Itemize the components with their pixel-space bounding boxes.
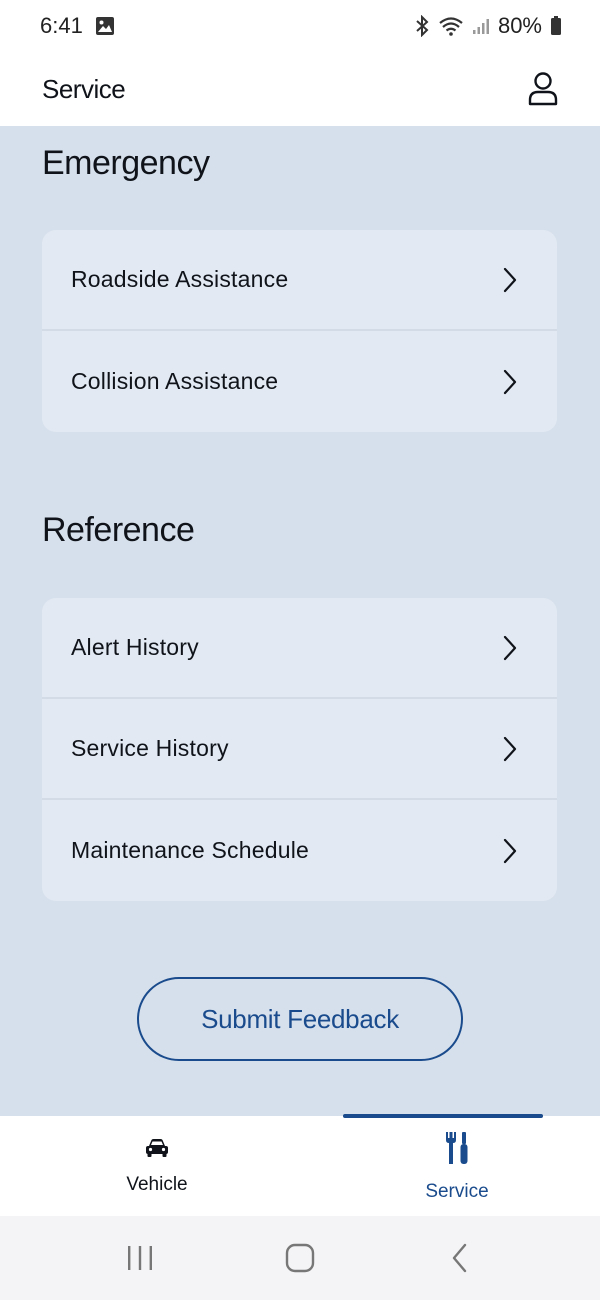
person-icon	[528, 72, 558, 106]
gallery-notification-icon	[95, 16, 115, 36]
status-bar: 6:41 80%	[0, 0, 600, 52]
chevron-right-icon	[501, 266, 519, 294]
tab-vehicle-label: Vehicle	[126, 1173, 188, 1195]
tab-service-label: Service	[425, 1180, 489, 1202]
app-header: Service	[0, 52, 600, 126]
home-button[interactable]	[270, 1228, 330, 1288]
battery-icon	[550, 16, 562, 36]
recent-apps-icon	[128, 1246, 152, 1270]
chevron-right-icon	[501, 634, 519, 662]
list-item-roadside-assistance[interactable]: Roadside Assistance	[42, 230, 557, 331]
back-icon	[452, 1243, 467, 1273]
list-item-label: Service History	[71, 735, 229, 761]
list-item-alert-history[interactable]: Alert History	[42, 598, 557, 699]
active-tab-indicator	[343, 1114, 543, 1118]
list-item-label: Roadside Assistance	[71, 266, 289, 292]
list-item-label: Maintenance Schedule	[71, 837, 309, 863]
submit-feedback-button[interactable]: Submit Feedback	[137, 977, 463, 1061]
list-item-collision-assistance[interactable]: Collision Assistance	[42, 331, 557, 432]
main-content: Emergency Roadside Assistance Collision …	[0, 126, 600, 1116]
list-item-label: Alert History	[71, 634, 199, 660]
profile-button[interactable]	[526, 69, 560, 109]
list-item-maintenance-schedule[interactable]: Maintenance Schedule	[42, 800, 557, 901]
list-item-service-history[interactable]: Service History	[42, 699, 557, 800]
section-heading-emergency: Emergency	[42, 144, 210, 182]
back-button[interactable]	[430, 1228, 490, 1288]
page-title: Service	[42, 73, 126, 104]
bottom-nav: Vehicle Service	[0, 1114, 600, 1216]
battery-percent: 80%	[497, 13, 542, 38]
tab-vehicle[interactable]: Vehicle	[0, 1116, 314, 1216]
wifi-icon	[438, 16, 464, 36]
recent-apps-button[interactable]	[110, 1228, 170, 1288]
chevron-right-icon	[501, 735, 519, 763]
emergency-card: Roadside Assistance Collision Assistance	[42, 230, 557, 432]
home-icon	[285, 1243, 315, 1273]
system-nav-bar	[0, 1216, 600, 1300]
status-right: 80%	[414, 13, 562, 39]
section-heading-reference: Reference	[42, 511, 195, 549]
chevron-right-icon	[501, 837, 519, 865]
car-icon	[144, 1137, 170, 1164]
list-item-label: Collision Assistance	[71, 368, 279, 394]
tab-service[interactable]: Service	[314, 1114, 600, 1216]
reference-card: Alert History Service History Maintenanc…	[42, 598, 557, 901]
status-left: 6:41	[40, 13, 115, 39]
bluetooth-icon	[414, 15, 430, 37]
status-time: 6:41	[40, 13, 83, 38]
signal-icon	[472, 17, 490, 35]
wrench-screwdriver-icon	[443, 1130, 471, 1171]
chevron-right-icon	[501, 368, 519, 396]
